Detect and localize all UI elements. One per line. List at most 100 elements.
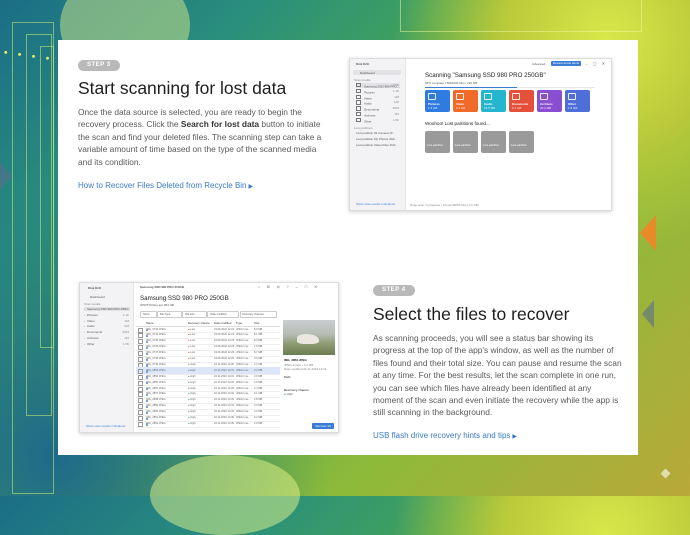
sidebar-item[interactable]: Video 118 bbox=[356, 94, 400, 100]
recycle-bin-link[interactable]: How to Recover Files Deleted from Recycl… bbox=[78, 181, 253, 190]
category-tile[interactable]: Pictures 1.5 GB bbox=[425, 90, 450, 112]
sidebar-item-count: 3019 bbox=[392, 106, 399, 111]
sidebar-item-dashboard[interactable]: Dashboard bbox=[83, 294, 129, 299]
sidebar-section-label: Scan results bbox=[354, 78, 371, 82]
chance-text: High bbox=[190, 362, 196, 366]
show-scan-results-link[interactable]: Show scan results in Explorer bbox=[356, 202, 396, 206]
sidebar-item-count: 1.1K bbox=[122, 312, 129, 317]
sidebar-item[interactable]: › Audio 106 bbox=[84, 324, 130, 328]
category-tile[interactable]: Video 3.1 GB bbox=[453, 90, 478, 112]
file-size: 3.0 MB bbox=[254, 410, 263, 414]
preview-date: Date modified 22.11.2022 14:31 bbox=[284, 367, 327, 371]
file-size: 9.0 MB bbox=[254, 357, 263, 360]
column-header[interactable]: Date modified bbox=[214, 321, 231, 325]
sidebar-item-label: Video bbox=[87, 318, 95, 323]
usb-recovery-tips-link[interactable]: USB flash drive recovery hints and tips ▶ bbox=[373, 431, 517, 440]
sidebar-item-dashboard[interactable]: Dashboard bbox=[353, 70, 401, 75]
file-size: 3.2 MB bbox=[254, 362, 263, 366]
lost-partition-tile[interactable]: Lost partition bbox=[481, 131, 506, 153]
category-size: 1.5 GB bbox=[428, 106, 438, 110]
step-description: As scanning proceeds, you will see a sta… bbox=[373, 333, 622, 418]
sidebar-item-count: 1.5K bbox=[392, 117, 399, 122]
sidebar-item[interactable]: › Documents 3019 bbox=[84, 330, 130, 334]
lost-partition-tile[interactable]: Lost partition bbox=[453, 131, 478, 153]
sidebar-item[interactable]: › Archives 116 bbox=[84, 336, 130, 340]
sidebar-lost-partition[interactable]: Lost partition 02 Camera (P... bbox=[356, 131, 395, 135]
category-tile[interactable]: Archives 40.2 MB bbox=[537, 90, 562, 112]
category-tile[interactable]: Audio 15.5 MB bbox=[481, 90, 506, 112]
recover-all-button[interactable]: Recover all bbox=[312, 423, 334, 429]
background-triangle bbox=[0, 160, 12, 192]
category-tile[interactable]: Documents 6.1 GB bbox=[509, 90, 534, 112]
date-modified: 19.09.2022 12:26 bbox=[214, 357, 235, 360]
sidebar-item[interactable]: › Samsung SSD 980 PRO 250... 7.5K bbox=[84, 307, 130, 311]
sidebar-item-label: Audio bbox=[364, 101, 372, 106]
toolbar-icons: ⌕ ▦ ⚙ ? – ▢ ✕ bbox=[258, 285, 321, 289]
preview-path-label: Path bbox=[284, 375, 291, 379]
column-header[interactable]: Type bbox=[236, 321, 242, 325]
app-screenshot-scanning: Disk Drill Dashboard Scan results Samsun… bbox=[349, 58, 612, 211]
file-type: JPEG Ima... bbox=[236, 392, 250, 396]
sidebar-item-label: Pictures bbox=[364, 90, 375, 95]
chance-text: High bbox=[190, 374, 196, 378]
file-name: IMG_2861.JPEG bbox=[146, 416, 166, 420]
file-name-text: IMG_2857.JPEG bbox=[146, 392, 166, 396]
file-type: JPEG Ima... bbox=[236, 333, 250, 337]
category-size: 1.8 GB bbox=[568, 106, 578, 110]
advanced-button[interactable]: Advanced bbox=[532, 62, 545, 66]
sidebar-item[interactable]: Pictures 1.1K bbox=[356, 88, 400, 95]
sidebar-lost-partition[interactable]: Lost partition My Photos 4GF... bbox=[356, 137, 397, 141]
lost-partition-tile[interactable]: Lost partition bbox=[509, 131, 534, 153]
sidebar-item[interactable]: › Video 118 bbox=[84, 319, 130, 323]
sidebar-section-label: Lost partitions bbox=[354, 126, 373, 130]
app-title: Disk Drill bbox=[88, 286, 102, 290]
review-found-items-button[interactable]: Review found items bbox=[551, 61, 581, 66]
sidebar-item[interactable]: › Other 1.5K bbox=[84, 342, 130, 346]
sidebar-item[interactable]: Other 1.5K bbox=[356, 117, 400, 123]
sidebar-item[interactable]: › Pictures 1.1K bbox=[84, 313, 130, 317]
sidebar-item[interactable]: Audio 106 bbox=[356, 100, 400, 106]
date-modified: 22.11.2022 14:34 bbox=[214, 410, 234, 414]
filter-button[interactable]: File size bbox=[182, 311, 208, 318]
files-summary: 2097570 files are 954 GB bbox=[140, 303, 175, 307]
column-header[interactable]: Name bbox=[146, 321, 153, 325]
file-name-text: IMG_2853.JPEG bbox=[146, 368, 166, 372]
sidebar-item[interactable]: Samsung SSD 980 PRO... 7.5K bbox=[356, 83, 400, 89]
sidebar-item-label: Pictures bbox=[87, 312, 98, 317]
column-header[interactable]: Recovery chance bbox=[188, 321, 210, 325]
show-scan-results-link[interactable]: Show scan results in Explorer bbox=[86, 424, 126, 428]
filter-button[interactable]: Recovery chances bbox=[239, 311, 277, 318]
date-modified: 19.09.2022 12:24 bbox=[214, 327, 235, 331]
preview-filename: IMG_2853.JPEG bbox=[284, 358, 307, 362]
preview-pane: IMG_2853.JPEG JPEG Image • 3.2 MB Date m… bbox=[283, 320, 335, 420]
category-size: 15.5 MB bbox=[484, 106, 496, 110]
date-modified: 22.11.2022 14:31 bbox=[214, 374, 234, 378]
app-title: Disk Drill bbox=[356, 62, 370, 66]
column-header[interactable]: Size bbox=[254, 321, 259, 325]
lost-partition-tile[interactable]: Lost partition bbox=[425, 131, 450, 153]
drive-title: Samsung SSD 980 PRO 250GB bbox=[140, 295, 229, 302]
file-table: IMG_0743.JPEG ● Low 19.09.2022 12:24 JPEG I… bbox=[136, 326, 280, 428]
preview-image bbox=[283, 320, 335, 355]
file-type: JPEG Ima... bbox=[236, 386, 250, 390]
filter-button[interactable]: Date modified bbox=[207, 311, 240, 318]
filter-button[interactable]: File Type bbox=[156, 311, 183, 318]
sidebar-lost-partition[interactable]: Lost partition Video Files 4GF... bbox=[356, 143, 398, 147]
step-description: Once the data source is selected, you ar… bbox=[78, 107, 322, 167]
folder-icon bbox=[356, 106, 361, 111]
folder-icon bbox=[356, 88, 361, 94]
date-modified: 22.11.2022 14:32 bbox=[214, 380, 234, 384]
file-name-text: IMG_0743.JPEG bbox=[146, 327, 166, 331]
sidebar-item[interactable]: Archives 116 bbox=[356, 112, 400, 117]
sidebar-item[interactable]: Documents 3019 bbox=[356, 106, 400, 112]
category-tile[interactable]: Other 1.8 GB bbox=[565, 90, 590, 112]
recovery-chance: ● High bbox=[188, 422, 196, 425]
app-sidebar: Disk Drill Dashboard Scan results Samsun… bbox=[350, 59, 406, 210]
recovery-chance: ● High bbox=[188, 369, 196, 372]
file-name: IMG_0743.JPEG bbox=[146, 327, 166, 332]
table-row[interactable]: IMG_2862.JPEG ● High 22.11.2022 14:35 JPEG … bbox=[136, 420, 280, 428]
filter-button[interactable]: Show bbox=[140, 311, 157, 318]
chevron-right-icon: › bbox=[84, 307, 85, 311]
row-checkbox[interactable] bbox=[138, 421, 143, 427]
chevron-right-icon: › bbox=[84, 312, 85, 317]
